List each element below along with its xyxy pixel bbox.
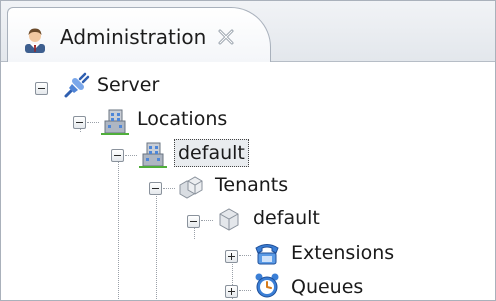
tab-strip: Administration	[1, 1, 495, 62]
collapse-toggle-server[interactable]	[35, 82, 48, 95]
expand-toggle-extensions[interactable]	[225, 250, 238, 263]
tree-connector	[156, 190, 157, 299]
building-icon	[101, 109, 129, 135]
tree-node-locations[interactable]: Locations	[134, 106, 230, 132]
tree-connector	[239, 255, 251, 256]
tab-title: Administration	[60, 25, 207, 49]
tab-administration[interactable]: Administration	[7, 7, 271, 62]
phone-icon	[255, 244, 279, 265]
collapse-toggle-locations[interactable]	[73, 116, 86, 129]
expand-toggle-queues[interactable]	[225, 285, 238, 298]
tree-connector	[163, 188, 175, 189]
tree-node-queues[interactable]: Queues	[288, 274, 366, 300]
admin-tree: Server Locations default Tenants default…	[1, 62, 495, 300]
collapse-toggle-tenants[interactable]	[149, 182, 162, 195]
tree-connector	[125, 155, 137, 156]
alarm-clock-icon	[255, 273, 279, 298]
cube-group-icon	[179, 176, 203, 199]
tree-node-server[interactable]: Server	[94, 72, 162, 98]
close-icon[interactable]	[216, 27, 236, 47]
tree-node-tenant-default[interactable]: default	[250, 205, 323, 231]
collapse-toggle-location-default[interactable]	[111, 149, 124, 162]
collapse-toggle-tenant-default[interactable]	[187, 215, 200, 228]
tree-node-tenants[interactable]: Tenants	[212, 172, 291, 198]
building-icon	[139, 142, 167, 168]
cube-icon	[219, 208, 239, 231]
tree-node-extensions[interactable]: Extensions	[288, 240, 397, 266]
tree-connector	[118, 154, 119, 299]
admin-user-icon	[25, 28, 45, 53]
administration-view: Administration Server Locations default …	[0, 0, 496, 301]
tree-connector	[239, 290, 251, 291]
tree-connector	[87, 122, 99, 123]
server-plug-icon	[64, 72, 90, 98]
tree-connector	[201, 220, 213, 221]
tree-node-location-default[interactable]: default	[174, 139, 249, 167]
